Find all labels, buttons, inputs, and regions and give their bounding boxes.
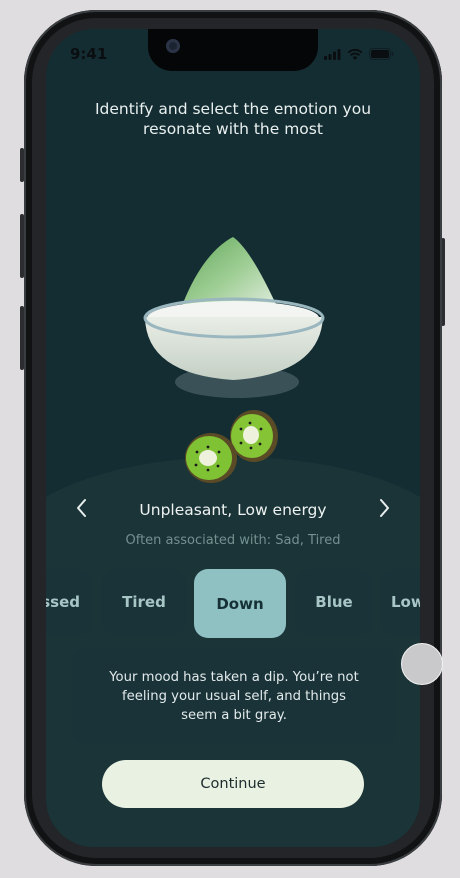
cursor-touch-indicator (401, 643, 443, 685)
associated-emotions: Often associated with: Sad, Tired (125, 533, 341, 548)
chip-down-selected[interactable]: Down (194, 569, 286, 638)
chip-stressed[interactable]: essed (46, 569, 92, 635)
mood-description: Your mood has taken a dip. You’re not fe… (72, 647, 396, 745)
chip-blue[interactable]: Blue (295, 569, 373, 635)
description-line-3: seem a bit gray. (181, 707, 287, 723)
description-line-2: feeling your usual self, and things (122, 688, 346, 704)
description-line-1: Your mood has taken a dip. You’re not (109, 669, 359, 685)
emotion-title: Unpleasant, Low energy (139, 501, 327, 519)
continue-button[interactable]: Continue (102, 760, 364, 808)
status-icons (324, 48, 394, 60)
page-title: Identify and select the emotion you reso… (76, 99, 390, 139)
signal-icon (324, 49, 341, 60)
battery-icon (369, 48, 394, 60)
bowl-body (145, 317, 323, 380)
chip-low[interactable]: Low (381, 569, 420, 635)
chevron-left-icon[interactable] (66, 497, 96, 527)
title-line-2: resonate with the most (143, 120, 323, 138)
wifi-icon (347, 49, 363, 60)
kiwi-illustration (185, 410, 278, 483)
title-line-1: Identify and select the emotion you (94, 100, 372, 118)
emotion-chips: essed Tired Down Blue Low (46, 569, 420, 639)
emotion-selector: Unpleasant, Low energy (46, 497, 420, 527)
chip-tired[interactable]: Tired (102, 569, 186, 635)
front-camera (166, 39, 180, 53)
phone-screen: 9:41 Identify and select the emotion you… (46, 29, 420, 847)
mood-illustration (143, 237, 325, 483)
chevron-right-icon[interactable] (370, 497, 400, 527)
status-time: 9:41 (70, 45, 108, 63)
